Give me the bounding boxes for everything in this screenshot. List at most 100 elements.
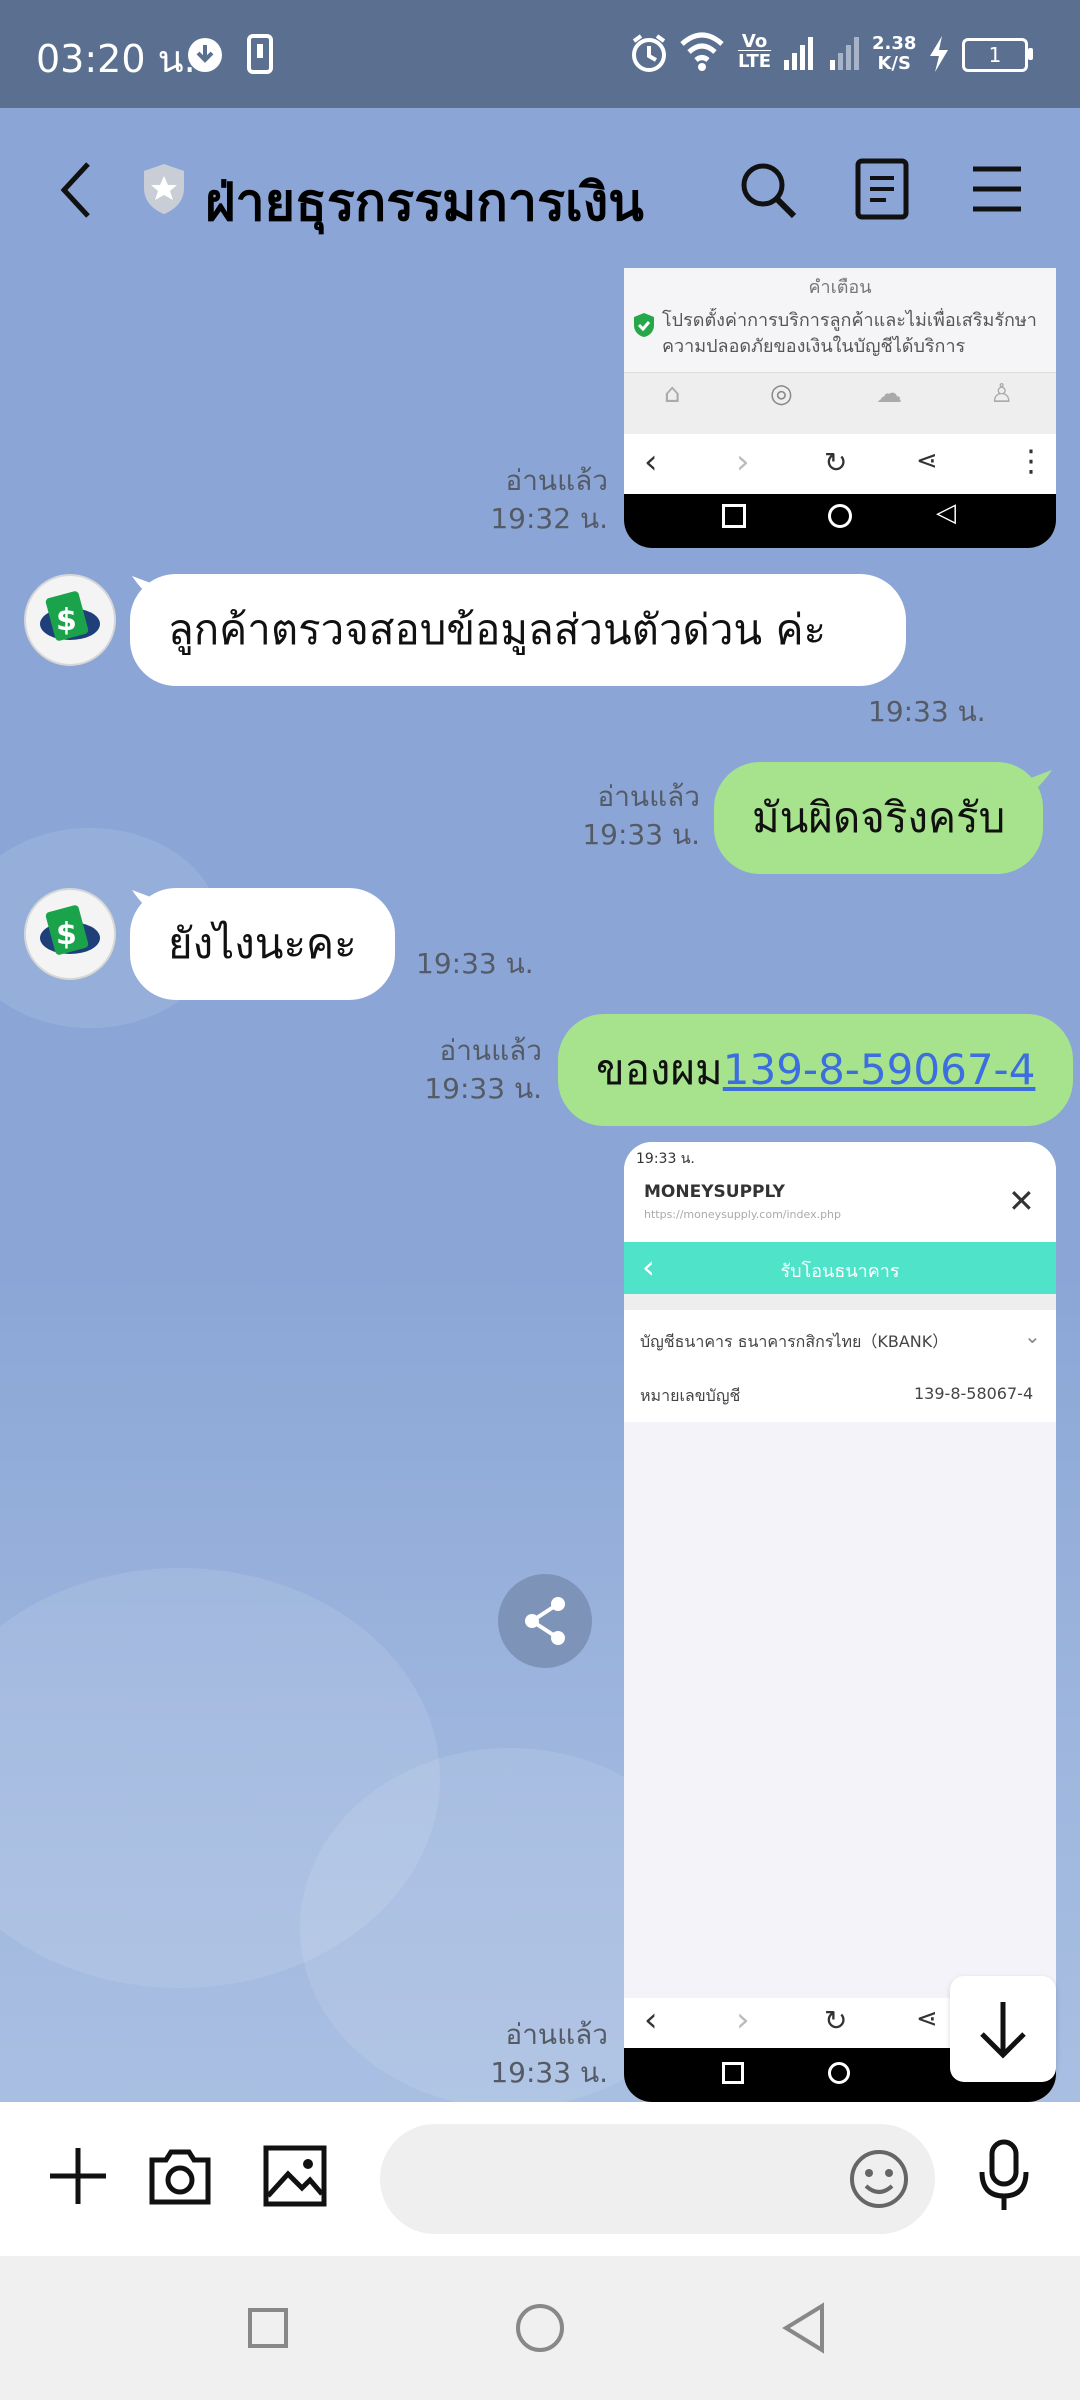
forward-icon: › [736,2000,750,2040]
home-circle-icon [828,504,852,528]
image-message[interactable]: คำเตือน โปรดตั้งค่าการบริการลูกค้าและไม่… [624,268,1056,548]
shot-row-label: บัญชีธนาคาร ธนาคารกสิกรไทย（KBANK） [640,1332,949,1351]
shot-url: https://moneysupply.com/index.php [644,1208,842,1221]
shot-status-bar: 19:33 น. [624,1142,1056,1172]
plus-icon[interactable] [46,2144,110,2208]
incoming-message-bubble[interactable]: ยังไงนะคะ [130,888,395,1000]
shot-app-header: MONEYSUPPLY https://moneysupply.com/inde… [624,1172,1056,1242]
shot-gap [624,1294,1056,1310]
input-bar [0,2102,1080,2256]
volte-top: Vo [741,31,768,52]
user-icon: ♙ [990,379,1014,409]
search-icon[interactable] [738,160,798,220]
notes-icon[interactable] [854,158,910,220]
message-text: ยังไงนะคะ [168,919,357,968]
emoji-icon[interactable] [848,2148,910,2210]
shot-body [624,1422,1056,2002]
avatar[interactable]: $ [24,888,116,980]
network-speed-unit: K/S [877,53,911,74]
read-receipt: อ่านแล้ว [439,1034,542,1067]
device-notification-icon [247,34,273,74]
camera-icon[interactable] [146,2144,214,2208]
message-text: มันผิดจริงครับ [752,793,1006,842]
message-time: 19:32 น. [490,502,608,535]
shot-browser-bar: ‹ › ↻ ⋖ ⋮ [624,434,1056,494]
home-icon: ⌂ [664,379,681,409]
shot-app-name: MONEYSUPPLY [644,1182,785,1202]
image-icon[interactable] [262,2144,328,2208]
home-button[interactable] [516,2304,564,2352]
microphone-icon[interactable] [976,2138,1032,2214]
volte-bottom: LTE [738,51,772,72]
message-time: 19:33 น. [490,2056,608,2089]
signal-icon [784,37,813,70]
message-meta: อ่านแล้ว 19:33 น. [530,778,700,854]
home-circle-icon [828,2062,850,2084]
scroll-to-bottom-button[interactable] [950,1976,1056,2082]
chat-header: ฝ่ายธุรกรรมการเงิน [0,108,1080,268]
chat-title: ฝ่ายธุรกรรมการเงิน [205,173,644,233]
reload-icon: ↻ [824,446,848,479]
read-receipt: อ่านแล้ว [505,2018,608,2051]
shot-row-bank: บัญชีธนาคาร ธนาคารกสิกรไทย（KBANK） ⌄ [624,1310,1056,1367]
message-meta: อ่านแล้ว 19:33 น. [372,1032,542,1108]
incoming-message-bubble[interactable]: ลูกค้าตรวจสอบข้อมูลส่วนตัวด่วน ค่ะ [130,574,906,686]
message-text: ลูกค้าตรวจสอบข้อมูลส่วนตัวด่วน ค่ะ [168,605,827,654]
network-speed-value: 2.38 [872,33,917,54]
chevron-down-icon: ⌄ [1024,1324,1041,1348]
shot-row-account: หมายเลขบัญชี 139-8-58067-4 [624,1366,1056,1423]
back-icon[interactable] [52,158,102,222]
reload-icon: ↻ [824,2004,848,2037]
chat-area[interactable]: อ่านแล้ว 19:32 น. คำเตือน โปรดตั้งค่าการ… [0,268,1080,2102]
account-number-link[interactable]: 139-8-59067-4 [723,1045,1036,1094]
back-icon: ‹ [644,442,658,482]
battery-level: 1 [988,43,1002,67]
status-time: 03:20 น. [36,37,196,81]
message-input[interactable] [380,2124,935,2234]
signal-2-icon [830,37,859,70]
outgoing-message-bubble[interactable]: ของผม139-8-59067-4 [558,1014,1074,1126]
shot-nav-bar: ◁ [624,494,1056,548]
shot-notice-title: คำเตือน [808,277,872,298]
tab-icon: ◎ [770,379,793,409]
menu-icon[interactable] [970,164,1024,214]
outgoing-message-bubble[interactable]: มันผิดจริงครับ [714,762,1044,874]
back-triangle-icon: ◁ [936,498,956,528]
read-receipt: อ่านแล้ว [597,780,700,813]
download-notification-icon [188,38,222,72]
svg-text:$: $ [56,917,77,952]
network-speed: 2.38 K/S [872,34,916,74]
shot-row-value: 139-8-58067-4 [914,1384,1034,1403]
volte-indicator: Vo LTE [738,32,771,72]
read-receipt: อ่านแล้ว [505,464,608,497]
share-icon: ⋖ [916,446,938,476]
back-button[interactable] [780,2302,828,2354]
recent-apps-icon [722,2062,744,2084]
chat-bubble-icon: ☁ [876,379,902,409]
wifi-icon [680,32,724,71]
money-logo-icon: $ [40,905,100,955]
back-icon: ‹ [644,2000,658,2040]
money-logo-icon: $ [40,591,100,641]
message-time: 19:33 น. [416,947,534,980]
shot-bar-title: รับโอนธนาคาร [780,1261,900,1282]
share-icon: ⋖ [916,2004,938,2034]
avatar[interactable]: $ [24,574,116,666]
shot-teal-bar: ‹ รับโอนธนาคาร [624,1242,1056,1294]
close-icon: ✕ [1008,1182,1035,1220]
share-icon [525,1597,565,1645]
recent-apps-button[interactable] [248,2308,288,2348]
shot-status-time: 19:33 น. [636,1151,695,1167]
official-badge-icon [144,164,184,214]
forward-icon: › [736,442,750,482]
recent-apps-icon [722,504,746,528]
share-button[interactable] [498,1574,592,1668]
message-text: ของผม [596,1045,723,1094]
charging-icon [930,36,948,72]
shield-check-icon [634,313,654,337]
shot-notice-text: โปรดตั้งค่าการบริการลูกค้าและไม่เพื่อเสร… [662,310,1037,357]
battery-tip [1028,48,1033,60]
shot-row-label: หมายเลขบัญชี [640,1386,741,1405]
image-message[interactable]: 19:33 น. MONEYSUPPLY https://moneysupply… [624,1142,1056,2102]
status-bar: 03:20 น. Vo LTE 2.38 K/S 1 [0,0,1080,108]
